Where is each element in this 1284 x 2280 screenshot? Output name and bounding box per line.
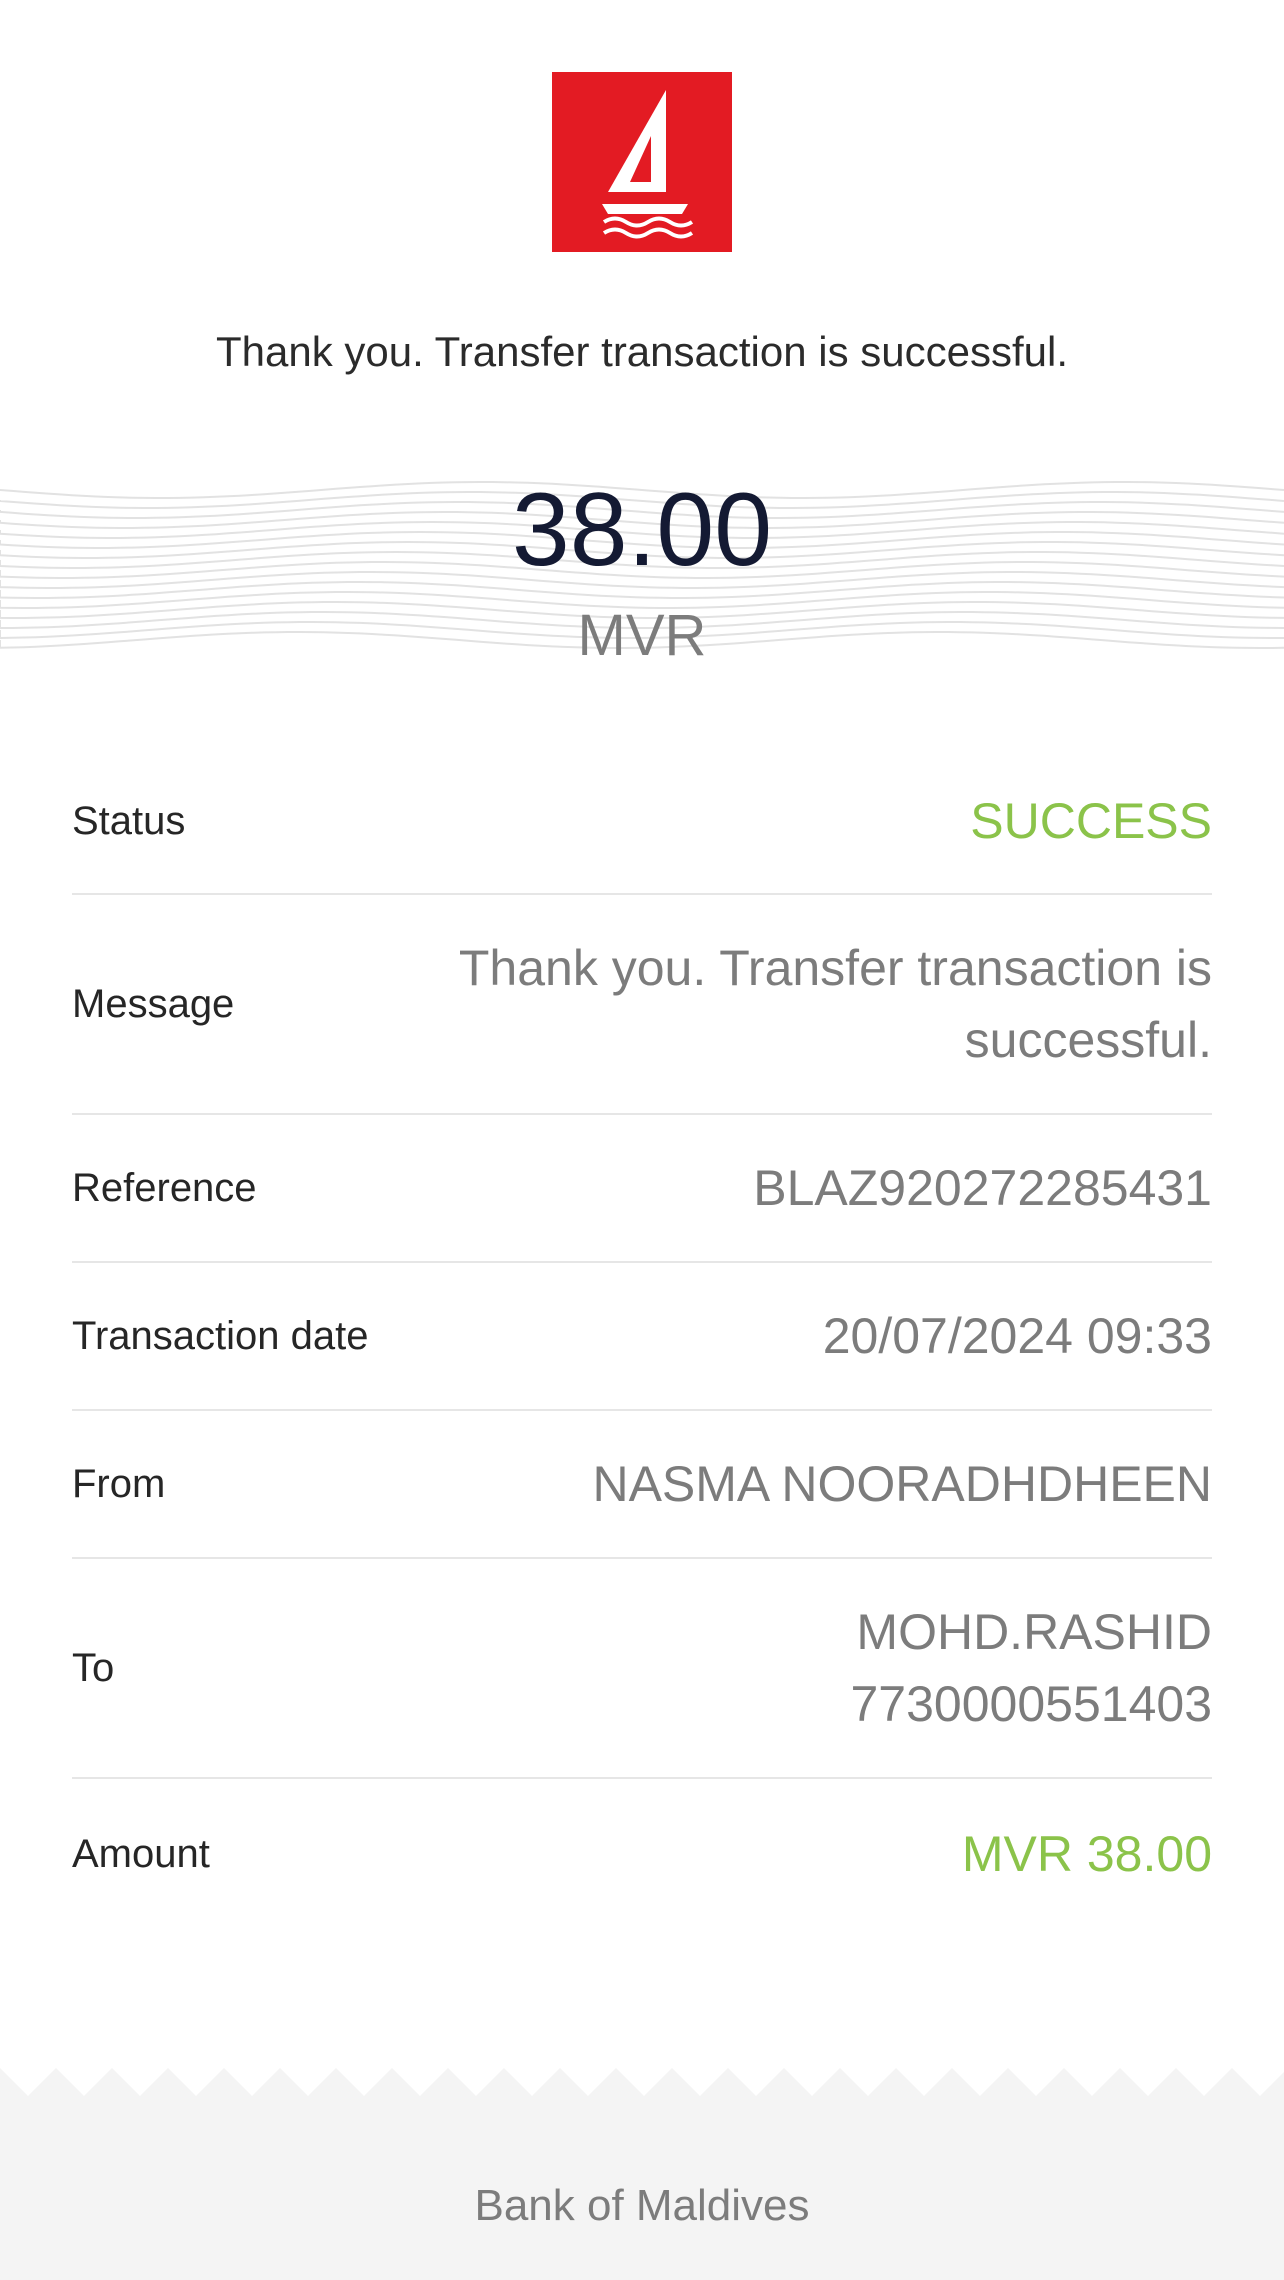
sailboat-logo-icon <box>602 90 694 239</box>
to-value: MOHD.RASHID 7730000551403 <box>811 1596 1213 1740</box>
status-value: SUCCESS <box>970 793 1212 849</box>
reference-row: Reference BLAZ920272285431 <box>72 1115 1212 1263</box>
success-message-heading: Thank you. Transfer transaction is succe… <box>215 328 1069 375</box>
to-label: To <box>72 1645 115 1690</box>
message-label: Message <box>72 981 235 1026</box>
to-row: To MOHD.RASHID 7730000551403 <box>72 1559 1212 1779</box>
message-value: Thank you. Transfer transaction is succe… <box>419 932 1212 1076</box>
reference-label: Reference <box>72 1165 257 1210</box>
transaction-details: Status SUCCESS Message Thank you. Transf… <box>72 749 1212 1929</box>
to-name: MOHD.RASHID <box>856 1604 1212 1660</box>
transaction-date-label: Transaction date <box>72 1313 369 1358</box>
receipt-zigzag-edge <box>0 2068 1284 2280</box>
amount-value: MVR 38.00 <box>961 1826 1212 1882</box>
amount-label: Amount <box>72 1831 210 1876</box>
to-account-number: 7730000551403 <box>850 1676 1213 1732</box>
transaction-date-value: 20/07/2024 09:33 <box>822 1308 1212 1364</box>
footer: Bank of Maldives <box>0 2068 1284 2280</box>
footer-bank-name: Bank of Maldives <box>474 2181 810 2230</box>
from-value: NASMA NOORADHDHEEN <box>592 1456 1212 1512</box>
message-value-line1: Thank you. Transfer transaction is <box>458 940 1212 996</box>
transfer-amount: 38.00 <box>511 472 773 588</box>
from-label: From <box>72 1461 166 1506</box>
amount-row: Amount MVR 38.00 <box>72 1779 1212 1929</box>
transfer-currency: MVR <box>577 603 707 668</box>
message-value-line2: successful. <box>964 1012 1212 1068</box>
transaction-date-row: Transaction date 20/07/2024 09:33 <box>72 1263 1212 1411</box>
from-row: From NASMA NOORADHDHEEN <box>72 1411 1212 1559</box>
status-row: Status SUCCESS <box>72 749 1212 895</box>
message-row: Message Thank you. Transfer transaction … <box>72 895 1212 1115</box>
bank-logo <box>552 72 732 252</box>
status-label: Status <box>72 798 186 843</box>
reference-value: BLAZ920272285431 <box>753 1160 1212 1216</box>
